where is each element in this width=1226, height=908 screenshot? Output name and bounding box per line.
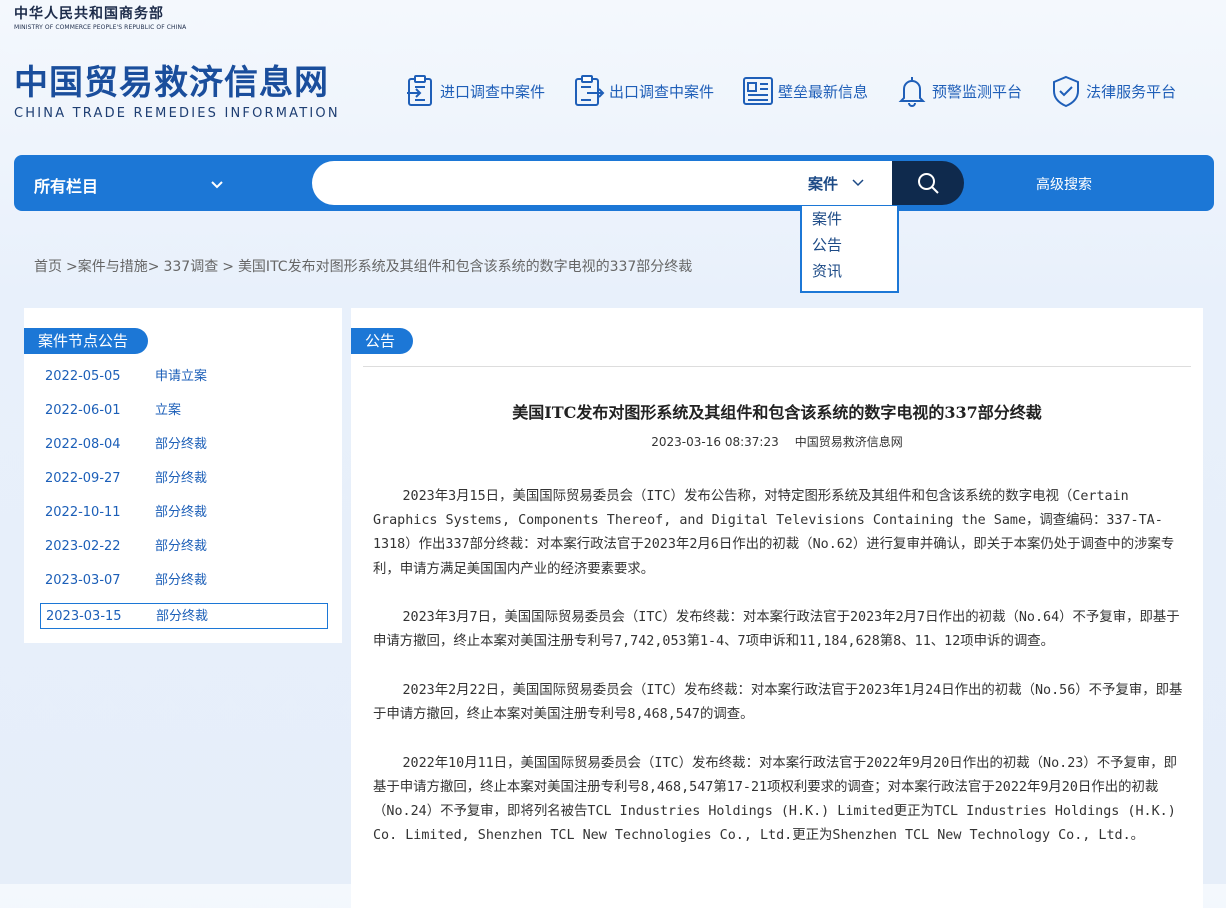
export-clipboard-icon bbox=[575, 75, 605, 106]
case-node-item[interactable]: 2023-03-07 部分终裁 bbox=[40, 568, 328, 594]
case-node-label: 部分终裁 bbox=[155, 437, 208, 452]
breadcrumb-337[interactable]: 337调查 bbox=[163, 259, 218, 275]
search-field: 案件 bbox=[312, 161, 892, 205]
nav-warning-platform[interactable]: 预警监测平台 bbox=[896, 73, 1022, 109]
ministry-logo[interactable]: 中华人民共和国商务部 MINISTRY OF COMMERCE PEOPLE'S… bbox=[14, 3, 186, 31]
article-timestamp: 2023-03-16 08:37:23 bbox=[651, 435, 779, 449]
article-paragraph: 2023年2月22日，美国国际贸易委员会（ITC）发布终裁：对本案行政法官于20… bbox=[373, 683, 1183, 723]
divider bbox=[363, 366, 1191, 367]
category-select[interactable]: 所有栏目 bbox=[34, 173, 224, 197]
nav-export-cases[interactable]: 出口调查中案件 bbox=[573, 73, 714, 109]
nav-import-cases[interactable]: 进口调查中案件 bbox=[404, 73, 545, 109]
article-panel: 公告 美国ITC发布对图形系统及其组件和包含该系统的数字电视的337部分终裁 2… bbox=[351, 308, 1203, 908]
type-select-value: 案件 bbox=[808, 174, 839, 193]
case-node-item[interactable]: 2022-06-01 立案 bbox=[40, 398, 328, 424]
breadcrumb-separator: > bbox=[222, 259, 234, 275]
type-option-news[interactable]: 资讯 bbox=[802, 258, 897, 284]
case-node-item[interactable]: 2023-02-22 部分终裁 bbox=[40, 534, 328, 560]
bell-icon bbox=[898, 77, 926, 107]
breadcrumb-cases[interactable]: >案件与措施> bbox=[66, 259, 159, 275]
breadcrumb-home[interactable]: 首页 bbox=[34, 259, 62, 275]
article-paragraph: 2023年3月15日，美国国际贸易委员会（ITC）发布公告称，对特定图形系统及其… bbox=[373, 489, 1175, 577]
case-node-date: 2023-02-22 bbox=[45, 539, 121, 554]
top-navigation: 进口调查中案件 出口调查中案件 壁垒最新信息 预警监测平台 法律服务平台 bbox=[404, 73, 1204, 109]
import-clipboard-icon bbox=[407, 75, 432, 106]
article-meta: 2023-03-16 08:37:23 中国贸易救济信息网 bbox=[351, 433, 1203, 450]
case-node-date: 2023-03-07 bbox=[45, 573, 121, 588]
article-paragraph: 2022年10月11日，美国国际贸易委员会（ITC）发布终裁：对本案行政法官于2… bbox=[373, 755, 1178, 844]
category-select-label: 所有栏目 bbox=[34, 177, 99, 196]
case-node-date: 2022-06-01 bbox=[45, 403, 121, 418]
type-select[interactable]: 案件 bbox=[808, 161, 864, 205]
case-node-date: 2022-09-27 bbox=[45, 471, 121, 486]
search-input[interactable] bbox=[332, 169, 796, 199]
advanced-search-link[interactable]: 高级搜索 bbox=[1036, 174, 1092, 194]
case-node-date: 2022-10-11 bbox=[45, 505, 121, 520]
case-node-item[interactable]: 2022-05-05 申请立案 bbox=[40, 364, 328, 390]
nav-barrier-news-label: 壁垒最新信息 bbox=[778, 82, 869, 101]
case-node-date: 2022-08-04 bbox=[45, 437, 121, 452]
search-bar: 所有栏目 案件 高级搜索 bbox=[14, 155, 1214, 211]
nav-barrier-news[interactable]: 壁垒最新信息 bbox=[742, 73, 868, 109]
case-node-date: 2023-03-15 bbox=[46, 609, 122, 624]
article-title: 美国ITC发布对图形系统及其组件和包含该系统的数字电视的337部分终裁 bbox=[512, 403, 1042, 422]
breadcrumb: 首页 >案件与措施> 337调查 > 美国ITC发布对图形系统及其组件和包含该系统的数字… bbox=[34, 256, 696, 276]
ministry-name-en: MINISTRY OF COMMERCE PEOPLE'S REPUBLIC O… bbox=[14, 24, 187, 31]
article-paragraph: 2023年3月7日，美国国际贸易委员会（ITC）发布终裁：对本案行政法官于202… bbox=[373, 610, 1180, 650]
case-node-label: 部分终裁 bbox=[155, 505, 208, 520]
search-icon bbox=[918, 173, 939, 194]
nav-export-cases-label: 出口调查中案件 bbox=[609, 82, 715, 101]
ministry-name-cn: 中华人民共和国商务部 bbox=[14, 6, 164, 22]
shield-check-icon bbox=[1053, 75, 1080, 108]
type-dropdown-menu: 案件 公告 资讯 bbox=[800, 206, 899, 293]
type-option-notice[interactable]: 公告 bbox=[802, 232, 897, 258]
site-title-en: CHINA TRADE REMEDIES INFORMATION bbox=[14, 106, 340, 121]
case-node-label: 部分终裁 bbox=[156, 609, 209, 624]
case-node-panel: 案件节点公告 2022-05-05 申请立案 2022-06-01 立案 2022-… bbox=[24, 308, 342, 643]
case-node-item-selected[interactable]: 2023-03-15 部分终裁 bbox=[40, 603, 328, 629]
case-node-label: 申请立案 bbox=[155, 369, 208, 384]
case-node-label: 立案 bbox=[155, 403, 182, 418]
breadcrumb-current: 美国ITC发布对图形系统及其组件和包含该系统的数字电视的337部分终裁 bbox=[237, 259, 693, 275]
nav-legal-platform[interactable]: 法律服务平台 bbox=[1050, 73, 1176, 109]
search-button[interactable] bbox=[892, 161, 964, 205]
article-body: 2023年3月15日，美国国际贸易委员会（ITC）发布公告称，对特定图形系统及其… bbox=[373, 485, 1183, 873]
case-node-label: 部分终裁 bbox=[155, 471, 208, 486]
nav-import-cases-label: 进口调查中案件 bbox=[440, 82, 546, 101]
chevron-down-icon bbox=[852, 179, 864, 187]
article-section-heading: 公告 bbox=[351, 328, 414, 354]
case-node-label: 部分终裁 bbox=[155, 573, 208, 588]
case-node-item[interactable]: 2022-09-27 部分终裁 bbox=[40, 466, 328, 492]
case-node-item[interactable]: 2022-10-11 部分终裁 bbox=[40, 500, 328, 526]
chevron-down-icon bbox=[211, 181, 223, 189]
case-node-label: 部分终裁 bbox=[155, 539, 208, 554]
site-title-cn: 中国贸易救济信息网 bbox=[14, 63, 329, 103]
site-logo[interactable]: 中国贸易救济信息网 CHINA TRADE REMEDIES INFORMATI… bbox=[14, 64, 340, 121]
case-node-date: 2022-05-05 bbox=[45, 369, 121, 384]
nav-warning-platform-label: 预警监测平台 bbox=[932, 82, 1023, 101]
nav-legal-platform-label: 法律服务平台 bbox=[1086, 82, 1177, 101]
case-node-item[interactable]: 2022-08-04 部分终裁 bbox=[40, 432, 328, 458]
type-option-case[interactable]: 案件 bbox=[802, 206, 897, 232]
news-document-icon bbox=[743, 77, 774, 105]
article-source: 中国贸易救济信息网 bbox=[794, 435, 903, 449]
case-node-heading: 案件节点公告 bbox=[24, 328, 149, 354]
